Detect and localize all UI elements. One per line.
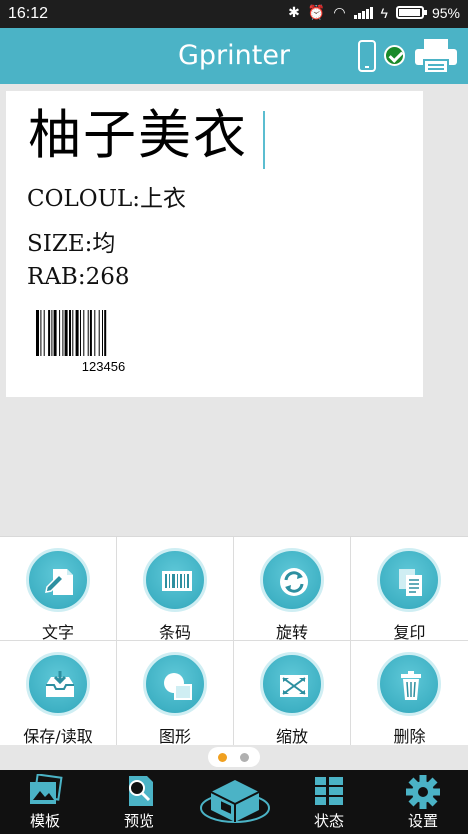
barcode-bar <box>98 310 100 356</box>
tool-label: 条码 <box>158 623 191 642</box>
nav-label: 设置 <box>407 812 438 830</box>
tool-zoom-button[interactable]: 缩放 <box>234 641 351 746</box>
label-field-size[interactable]: SIZE:均 <box>27 224 115 258</box>
barcode-number: 123456 <box>81 359 126 374</box>
label-field-colour[interactable]: COLOUL:上衣 <box>27 179 186 213</box>
nav-label: 状态 <box>313 812 344 830</box>
status-icon <box>315 777 343 805</box>
label-field-price[interactable]: RAB:268 <box>27 264 129 290</box>
barcode-bar <box>48 310 51 356</box>
tool-text-button[interactable]: 文字 <box>0 537 117 642</box>
print-icon <box>200 780 270 823</box>
copy-icon <box>399 569 422 596</box>
tool-grid: 文字 条码 旋转 复印 保存/读取 图形 缩放 删除 <box>0 536 468 746</box>
nav-status[interactable]: 状态 <box>284 770 374 834</box>
barcode-icon <box>162 571 192 591</box>
battery-fill <box>398 9 420 16</box>
barcode-bar <box>83 310 85 356</box>
charging-icon: ϟ <box>380 4 388 21</box>
wifi-icon: ◠ <box>333 4 346 20</box>
page-dot[interactable] <box>218 753 227 762</box>
barcode-bar <box>104 310 107 356</box>
barcode-bar <box>51 310 53 356</box>
tool-label: 旋转 <box>275 623 308 642</box>
barcode-bar <box>62 310 64 356</box>
barcode-bar <box>64 310 68 356</box>
label-title-text[interactable]: 柚子美衣 <box>28 109 248 162</box>
barcode-bar <box>59 310 61 356</box>
barcode-bar <box>80 310 81 356</box>
connected-check-icon <box>384 45 405 66</box>
barcode-bar <box>43 310 45 356</box>
status-time: 16:12 <box>8 5 49 22</box>
barcode-bar <box>36 310 39 356</box>
settings-icon <box>406 775 440 809</box>
barcode-bar <box>40 310 42 356</box>
barcode-bar <box>87 310 89 356</box>
title-bar: Gprinter <box>0 28 468 84</box>
tool-rotate-button[interactable]: 旋转 <box>234 537 351 642</box>
preview-icon <box>129 776 153 806</box>
alarm-icon: ⏰ <box>307 4 326 20</box>
tool-label: 图形 <box>158 727 191 746</box>
tool-label: 保存/读取 <box>23 727 93 746</box>
page-dot[interactable] <box>240 753 249 762</box>
tool-label: 文字 <box>41 623 74 642</box>
label-canvas[interactable]: 柚子美衣 COLOUL:上衣 SIZE:均 RAB:268 123456 <box>6 91 423 397</box>
status-bar: 16:12 ✱ ⏰ ◠ ϟ 95% <box>0 0 468 28</box>
rotate-icon <box>280 568 308 596</box>
save-load-icon <box>46 671 74 697</box>
nav-label: 预览 <box>123 812 154 830</box>
tool-copy-button[interactable]: 复印 <box>351 537 468 642</box>
nav-label: 模板 <box>29 812 60 830</box>
barcode-bar <box>53 310 57 356</box>
barcode-bar <box>69 310 71 356</box>
tool-label: 删除 <box>393 727 426 746</box>
nav-template[interactable]: 模板 <box>0 770 90 834</box>
barcode[interactable] <box>36 310 171 356</box>
template-icon <box>30 774 63 804</box>
shape-icon <box>164 673 192 700</box>
barcode-bar <box>94 310 96 356</box>
tool-shape-button[interactable]: 图形 <box>117 641 234 746</box>
tool-delete-button[interactable]: 删除 <box>351 641 468 746</box>
battery-percent: 95% <box>431 4 460 21</box>
tool-label: 复印 <box>393 623 426 642</box>
trash-icon <box>401 671 421 700</box>
page-indicator <box>208 747 260 767</box>
barcode-bar <box>75 310 79 356</box>
text-edit-icon <box>45 569 73 595</box>
text-cursor <box>263 111 265 169</box>
tool-barcode-button[interactable]: 条码 <box>117 537 234 642</box>
tool-save-load-button[interactable]: 保存/读取 <box>0 641 117 746</box>
nav-print-button[interactable] <box>190 770 280 834</box>
tool-label: 缩放 <box>275 727 308 746</box>
signal-icon <box>353 6 373 19</box>
barcode-bar <box>102 310 103 356</box>
bottom-nav: 模板 预览 状态 设置 <box>0 770 468 834</box>
bluetooth-icon: ✱ <box>288 4 300 20</box>
zoom-icon <box>280 675 308 697</box>
nav-settings[interactable]: 设置 <box>378 770 468 834</box>
battery-icon <box>395 6 427 19</box>
phone-icon[interactable] <box>358 40 376 72</box>
nav-preview[interactable]: 预览 <box>94 770 184 834</box>
barcode-bar <box>72 310 74 356</box>
printer-icon[interactable] <box>414 38 458 74</box>
barcode-bar <box>89 310 92 356</box>
